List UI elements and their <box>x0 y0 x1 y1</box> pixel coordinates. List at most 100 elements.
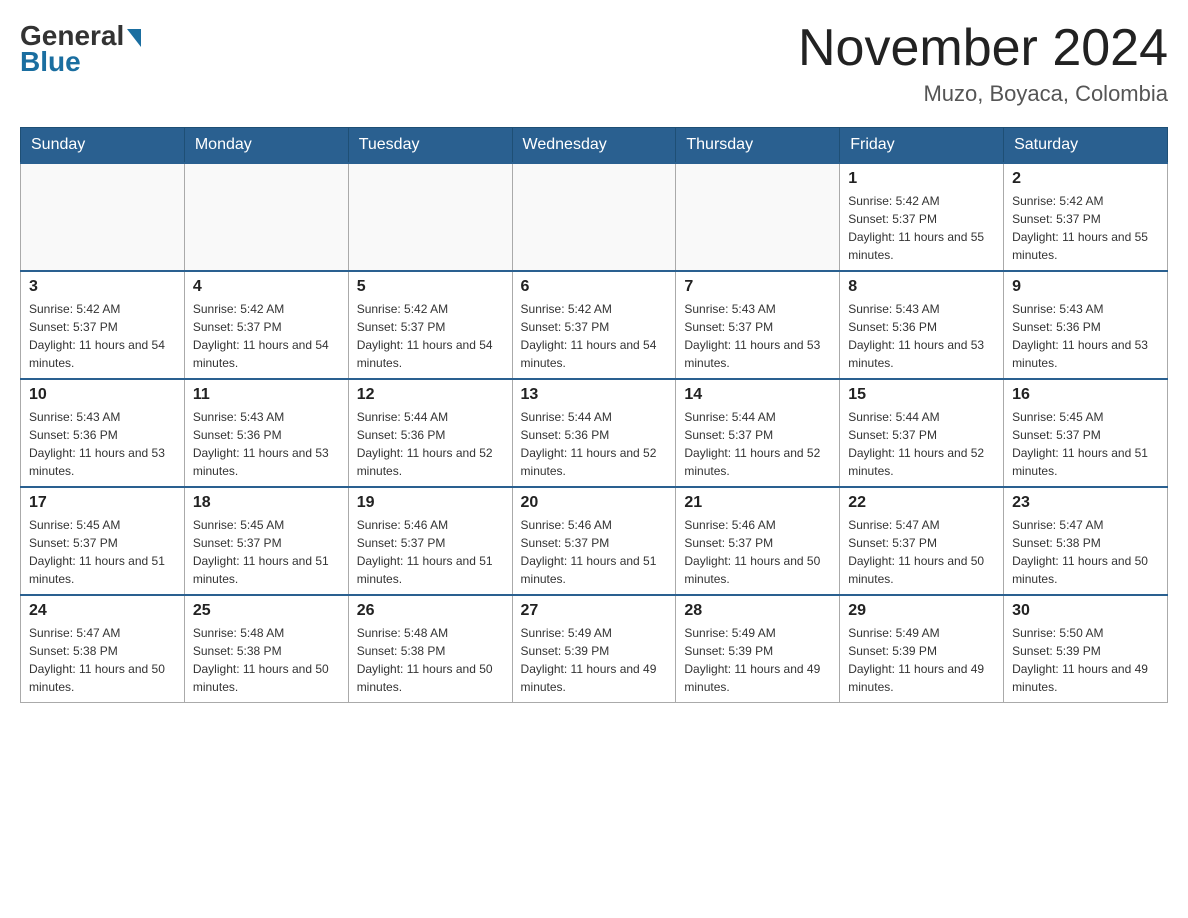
week-row-2: 3 Sunrise: 5:42 AMSunset: 5:37 PMDaylight… <box>21 271 1168 379</box>
day-number: 24 <box>29 602 176 620</box>
day-info: Sunrise: 5:44 AMSunset: 5:37 PMDaylight:… <box>684 408 831 480</box>
col-tuesday: Tuesday <box>348 128 512 164</box>
calendar-table: Sunday Monday Tuesday Wednesday Thursday… <box>20 127 1168 703</box>
day-number: 2 <box>1012 170 1159 188</box>
col-monday: Monday <box>184 128 348 164</box>
calendar-cell: 7Sunrise: 5:43 AMSunset: 5:37 PMDaylight… <box>676 271 840 379</box>
calendar-cell <box>21 163 185 271</box>
day-number: 7 <box>684 278 831 296</box>
week-row-5: 24 Sunrise: 5:47 AMSunset: 5:38 PMDayligh… <box>21 595 1168 703</box>
day-number: 20 <box>521 494 668 512</box>
col-friday: Friday <box>840 128 1004 164</box>
calendar-cell: 30 Sunrise: 5:50 AMSunset: 5:39 PMDayligh… <box>1004 595 1168 703</box>
day-number: 22 <box>848 494 995 512</box>
calendar-cell: 23Sunrise: 5:47 AMSunset: 5:38 PMDayligh… <box>1004 487 1168 595</box>
day-number: 6 <box>521 278 668 296</box>
day-number: 8 <box>848 278 995 296</box>
calendar-cell: 22 Sunrise: 5:47 AMSunset: 5:37 PMDayligh… <box>840 487 1004 595</box>
calendar-cell: 19 Sunrise: 5:46 AMSunset: 5:37 PMDayligh… <box>348 487 512 595</box>
day-number: 23 <box>1012 494 1159 512</box>
day-info: Sunrise: 5:42 AMSunset: 5:37 PMDaylight:… <box>521 300 668 372</box>
col-wednesday: Wednesday <box>512 128 676 164</box>
col-thursday: Thursday <box>676 128 840 164</box>
day-info: Sunrise: 5:46 AMSunset: 5:37 PMDaylight:… <box>684 516 831 588</box>
day-info: Sunrise: 5:43 AMSunset: 5:36 PMDaylight:… <box>1012 300 1159 372</box>
week-row-1: 1 Sunrise: 5:42 AMSunset: 5:37 PMDaylight… <box>21 163 1168 271</box>
calendar-cell: 29Sunrise: 5:49 AMSunset: 5:39 PMDayligh… <box>840 595 1004 703</box>
logo: General Blue <box>20 20 141 78</box>
calendar-cell: 15Sunrise: 5:44 AMSunset: 5:37 PMDayligh… <box>840 379 1004 487</box>
calendar-cell: 20 Sunrise: 5:46 AMSunset: 5:37 PMDayligh… <box>512 487 676 595</box>
day-info: Sunrise: 5:44 AMSunset: 5:36 PMDaylight:… <box>357 408 504 480</box>
calendar-title: November 2024 <box>798 20 1168 77</box>
day-number: 14 <box>684 386 831 404</box>
day-number: 16 <box>1012 386 1159 404</box>
day-number: 27 <box>521 602 668 620</box>
calendar-cell: 24 Sunrise: 5:47 AMSunset: 5:38 PMDayligh… <box>21 595 185 703</box>
day-number: 19 <box>357 494 504 512</box>
day-info: Sunrise: 5:45 AMSunset: 5:37 PMDaylight:… <box>29 516 176 588</box>
day-info: Sunrise: 5:44 AMSunset: 5:36 PMDaylight:… <box>521 408 668 480</box>
day-number: 30 <box>1012 602 1159 620</box>
calendar-cell: 14 Sunrise: 5:44 AMSunset: 5:37 PMDayligh… <box>676 379 840 487</box>
day-info: Sunrise: 5:42 AMSunset: 5:37 PMDaylight:… <box>193 300 340 372</box>
day-info: Sunrise: 5:45 AMSunset: 5:37 PMDaylight:… <box>1012 408 1159 480</box>
day-info: Sunrise: 5:48 AMSunset: 5:38 PMDaylight:… <box>357 624 504 696</box>
day-number: 4 <box>193 278 340 296</box>
day-info: Sunrise: 5:42 AMSunset: 5:37 PMDaylight:… <box>357 300 504 372</box>
col-sunday: Sunday <box>21 128 185 164</box>
day-info: Sunrise: 5:47 AMSunset: 5:37 PMDaylight:… <box>848 516 995 588</box>
calendar-cell: 16 Sunrise: 5:45 AMSunset: 5:37 PMDayligh… <box>1004 379 1168 487</box>
calendar-cell: 6 Sunrise: 5:42 AMSunset: 5:37 PMDaylight… <box>512 271 676 379</box>
calendar-cell: 17 Sunrise: 5:45 AMSunset: 5:37 PMDayligh… <box>21 487 185 595</box>
day-info: Sunrise: 5:46 AMSunset: 5:37 PMDaylight:… <box>357 516 504 588</box>
day-info: Sunrise: 5:43 AMSunset: 5:36 PMDaylight:… <box>193 408 340 480</box>
calendar-cell <box>512 163 676 271</box>
calendar-cell: 12 Sunrise: 5:44 AMSunset: 5:36 PMDayligh… <box>348 379 512 487</box>
day-number: 13 <box>521 386 668 404</box>
day-info: Sunrise: 5:49 AMSunset: 5:39 PMDaylight:… <box>521 624 668 696</box>
calendar-cell: 21 Sunrise: 5:46 AMSunset: 5:37 PMDayligh… <box>676 487 840 595</box>
day-info: Sunrise: 5:49 AMSunset: 5:39 PMDaylight:… <box>684 624 831 696</box>
day-number: 25 <box>193 602 340 620</box>
calendar-header-row: Sunday Monday Tuesday Wednesday Thursday… <box>21 128 1168 164</box>
calendar-cell: 5 Sunrise: 5:42 AMSunset: 5:37 PMDaylight… <box>348 271 512 379</box>
day-info: Sunrise: 5:50 AMSunset: 5:39 PMDaylight:… <box>1012 624 1159 696</box>
calendar-cell: 1 Sunrise: 5:42 AMSunset: 5:37 PMDaylight… <box>840 163 1004 271</box>
day-info: Sunrise: 5:43 AMSunset: 5:36 PMDaylight:… <box>848 300 995 372</box>
day-number: 21 <box>684 494 831 512</box>
calendar-cell: 2 Sunrise: 5:42 AMSunset: 5:37 PMDaylight… <box>1004 163 1168 271</box>
day-info: Sunrise: 5:46 AMSunset: 5:37 PMDaylight:… <box>521 516 668 588</box>
day-number: 1 <box>848 170 995 188</box>
calendar-cell: 27 Sunrise: 5:49 AMSunset: 5:39 PMDayligh… <box>512 595 676 703</box>
calendar-cell: 11 Sunrise: 5:43 AMSunset: 5:36 PMDayligh… <box>184 379 348 487</box>
day-number: 5 <box>357 278 504 296</box>
calendar-cell: 8 Sunrise: 5:43 AMSunset: 5:36 PMDaylight… <box>840 271 1004 379</box>
logo-arrow-icon <box>127 29 141 47</box>
day-info: Sunrise: 5:48 AMSunset: 5:38 PMDaylight:… <box>193 624 340 696</box>
day-number: 3 <box>29 278 176 296</box>
col-saturday: Saturday <box>1004 128 1168 164</box>
day-number: 26 <box>357 602 504 620</box>
day-info: Sunrise: 5:43 AMSunset: 5:36 PMDaylight:… <box>29 408 176 480</box>
day-info: Sunrise: 5:45 AMSunset: 5:37 PMDaylight:… <box>193 516 340 588</box>
calendar-cell <box>348 163 512 271</box>
day-number: 17 <box>29 494 176 512</box>
calendar-cell: 26 Sunrise: 5:48 AMSunset: 5:38 PMDayligh… <box>348 595 512 703</box>
day-number: 28 <box>684 602 831 620</box>
page-header: General Blue November 2024 Muzo, Boyaca,… <box>20 20 1168 107</box>
calendar-cell <box>184 163 348 271</box>
day-number: 11 <box>193 386 340 404</box>
week-row-4: 17 Sunrise: 5:45 AMSunset: 5:37 PMDayligh… <box>21 487 1168 595</box>
day-number: 10 <box>29 386 176 404</box>
day-info: Sunrise: 5:47 AMSunset: 5:38 PMDaylight:… <box>29 624 176 696</box>
day-info: Sunrise: 5:42 AMSunset: 5:37 PMDaylight:… <box>848 192 995 264</box>
day-info: Sunrise: 5:49 AMSunset: 5:39 PMDaylight:… <box>848 624 995 696</box>
calendar-cell: 4 Sunrise: 5:42 AMSunset: 5:37 PMDaylight… <box>184 271 348 379</box>
day-number: 12 <box>357 386 504 404</box>
calendar-cell: 10 Sunrise: 5:43 AMSunset: 5:36 PMDayligh… <box>21 379 185 487</box>
day-info: Sunrise: 5:42 AMSunset: 5:37 PMDaylight:… <box>1012 192 1159 264</box>
calendar-cell: 9Sunrise: 5:43 AMSunset: 5:36 PMDaylight… <box>1004 271 1168 379</box>
day-info: Sunrise: 5:42 AMSunset: 5:37 PMDaylight:… <box>29 300 176 372</box>
calendar-cell: 3 Sunrise: 5:42 AMSunset: 5:37 PMDaylight… <box>21 271 185 379</box>
